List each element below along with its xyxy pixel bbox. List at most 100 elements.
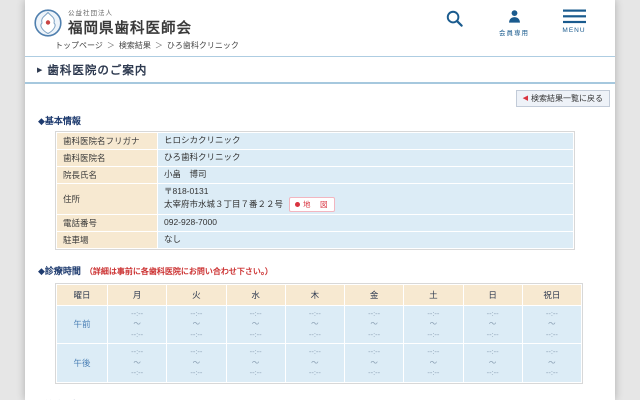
basic-info-row: 駐車場なし (57, 232, 573, 248)
org-name: 福岡県歯科医師会 (68, 17, 192, 38)
basic-info-table: 歯科医院名フリガナヒロシカクリニック歯科医院名ひろ歯科クリニック院長氏名小畠 博… (55, 131, 575, 250)
hours-separator: ～ (464, 358, 522, 369)
search-button[interactable] (433, 9, 475, 28)
row-label: 住所 (57, 184, 157, 214)
hours-start: --:-- (108, 347, 166, 358)
hours-cell: --:--～--:-- (464, 344, 522, 382)
hours-separator: ～ (404, 319, 462, 330)
hours-table: 曜日月火水木金土日祝日 午前--:--～--:----:--～--:----:-… (55, 283, 583, 384)
hours-cell: --:--～--:-- (464, 306, 522, 344)
hours-end: --:-- (523, 368, 581, 379)
hours-heading-text: ◆診療時間 (38, 266, 81, 276)
hours-start: --:-- (404, 347, 462, 358)
map-button-label: 地 図 (303, 199, 329, 210)
back-arrow-icon: ◀ (523, 94, 528, 102)
back-row: ◀ 検索結果一覧に戻る (25, 84, 615, 107)
hours-cell: --:--～--:-- (404, 344, 462, 382)
hours-end: --:-- (404, 368, 462, 379)
row-label: 電話番号 (57, 215, 157, 231)
hours-start: --:-- (464, 309, 522, 320)
hours-separator: ～ (345, 358, 403, 369)
hours-start: --:-- (523, 309, 581, 320)
hours-separator: ～ (286, 319, 344, 330)
page-container: 公益社団法人 福岡県歯科医師会 会員専用 (25, 0, 615, 400)
hours-cell: --:--～--:-- (523, 306, 581, 344)
breadcrumb-separator: ＞ (107, 41, 115, 50)
hours-row-label: 午前 (57, 306, 107, 344)
hours-cell: --:--～--:-- (345, 344, 403, 382)
row-label: 院長氏名 (57, 167, 157, 183)
hours-separator: ～ (108, 319, 166, 330)
hours-end: --:-- (464, 368, 522, 379)
hours-cell: --:--～--:-- (167, 344, 225, 382)
hours-cell: --:--～--:-- (227, 306, 285, 344)
row-value: 092-928-7000 (158, 215, 573, 231)
hours-col-header: 水 (227, 285, 285, 305)
breadcrumb-item[interactable]: トップページ (55, 41, 103, 50)
hours-separator: ～ (227, 319, 285, 330)
hours-separator: ～ (167, 319, 225, 330)
hours-start: --:-- (286, 309, 344, 320)
hours-end: --:-- (404, 330, 462, 341)
hours-end: --:-- (345, 330, 403, 341)
hours-start: --:-- (523, 347, 581, 358)
row-label: 歯科医院名フリガナ (57, 133, 157, 149)
basic-info-row: 院長氏名小畠 博司 (57, 167, 573, 183)
person-icon (507, 9, 522, 24)
hours-end: --:-- (523, 330, 581, 341)
hours-col-header: 日 (464, 285, 522, 305)
basic-info-row: 住所〒818-0131太宰府市水城３丁目７番２２号地 図 (57, 184, 573, 214)
hours-start: --:-- (167, 309, 225, 320)
row-value: 小畠 博司 (158, 167, 573, 183)
title-arrow-icon: ▶ (37, 66, 42, 74)
hours-start: --:-- (286, 347, 344, 358)
back-to-results-button[interactable]: ◀ 検索結果一覧に戻る (516, 90, 610, 107)
title-bar: ▶ 歯科医院のご案内 (25, 57, 615, 84)
hours-col-header-day: 曜日 (57, 285, 107, 305)
hours-row-label: 午後 (57, 344, 107, 382)
hours-separator: ～ (108, 358, 166, 369)
org-subtitle: 公益社団法人 (68, 7, 192, 17)
member-area-button[interactable]: 会員専用 (493, 9, 535, 37)
row-value: 〒818-0131太宰府市水城３丁目７番２２号地 図 (158, 184, 573, 214)
header-icons: 会員専用 MENU (433, 9, 595, 37)
row-label: 駐車場 (57, 232, 157, 248)
menu-label: MENU (562, 27, 585, 34)
brand: 公益社団法人 福岡県歯科医師会 (34, 7, 192, 38)
hours-end: --:-- (167, 330, 225, 341)
hours-col-header: 土 (404, 285, 462, 305)
basic-info-row: 電話番号092-928-7000 (57, 215, 573, 231)
basic-info-row: 歯科医院名フリガナヒロシカクリニック (57, 133, 573, 149)
hours-col-header: 月 (108, 285, 166, 305)
map-dot-icon (295, 202, 300, 207)
hours-cell: --:--～--:-- (108, 344, 166, 382)
hours-note: （詳細は事前に各歯科医院にお問い合わせ下さい。） (85, 267, 273, 276)
hours-separator: ～ (523, 319, 581, 330)
hours-end: --:-- (167, 368, 225, 379)
hours-end: --:-- (286, 330, 344, 341)
hours-end: --:-- (227, 330, 285, 341)
hours-start: --:-- (345, 309, 403, 320)
breadcrumb-separator: ＞ (155, 41, 163, 50)
hours-col-header: 木 (286, 285, 344, 305)
row-value: ひろ歯科クリニック (158, 150, 573, 166)
hours-start: --:-- (404, 309, 462, 320)
basic-info-heading-text: ◆基本情報 (38, 116, 81, 126)
hours-end: --:-- (227, 368, 285, 379)
breadcrumb-item[interactable]: 検索結果 (119, 41, 151, 50)
hamburger-icon (563, 9, 586, 24)
basic-info-heading: ◆基本情報 (38, 114, 615, 127)
hours-cell: --:--～--:-- (286, 306, 344, 344)
hours-end: --:-- (286, 368, 344, 379)
row-value: なし (158, 232, 573, 248)
search-icon (445, 9, 464, 28)
hours-cell: --:--～--:-- (227, 344, 285, 382)
hours-start: --:-- (108, 309, 166, 320)
hours-heading: ◆診療時間 （詳細は事前に各歯科医院にお問い合わせ下さい。） (38, 264, 615, 277)
hours-end: --:-- (464, 330, 522, 341)
menu-button[interactable]: MENU (553, 9, 595, 34)
hours-separator: ～ (286, 358, 344, 369)
org-text: 公益社団法人 福岡県歯科医師会 (68, 7, 192, 38)
hours-col-header: 祝日 (523, 285, 581, 305)
map-button[interactable]: 地 図 (289, 197, 335, 212)
